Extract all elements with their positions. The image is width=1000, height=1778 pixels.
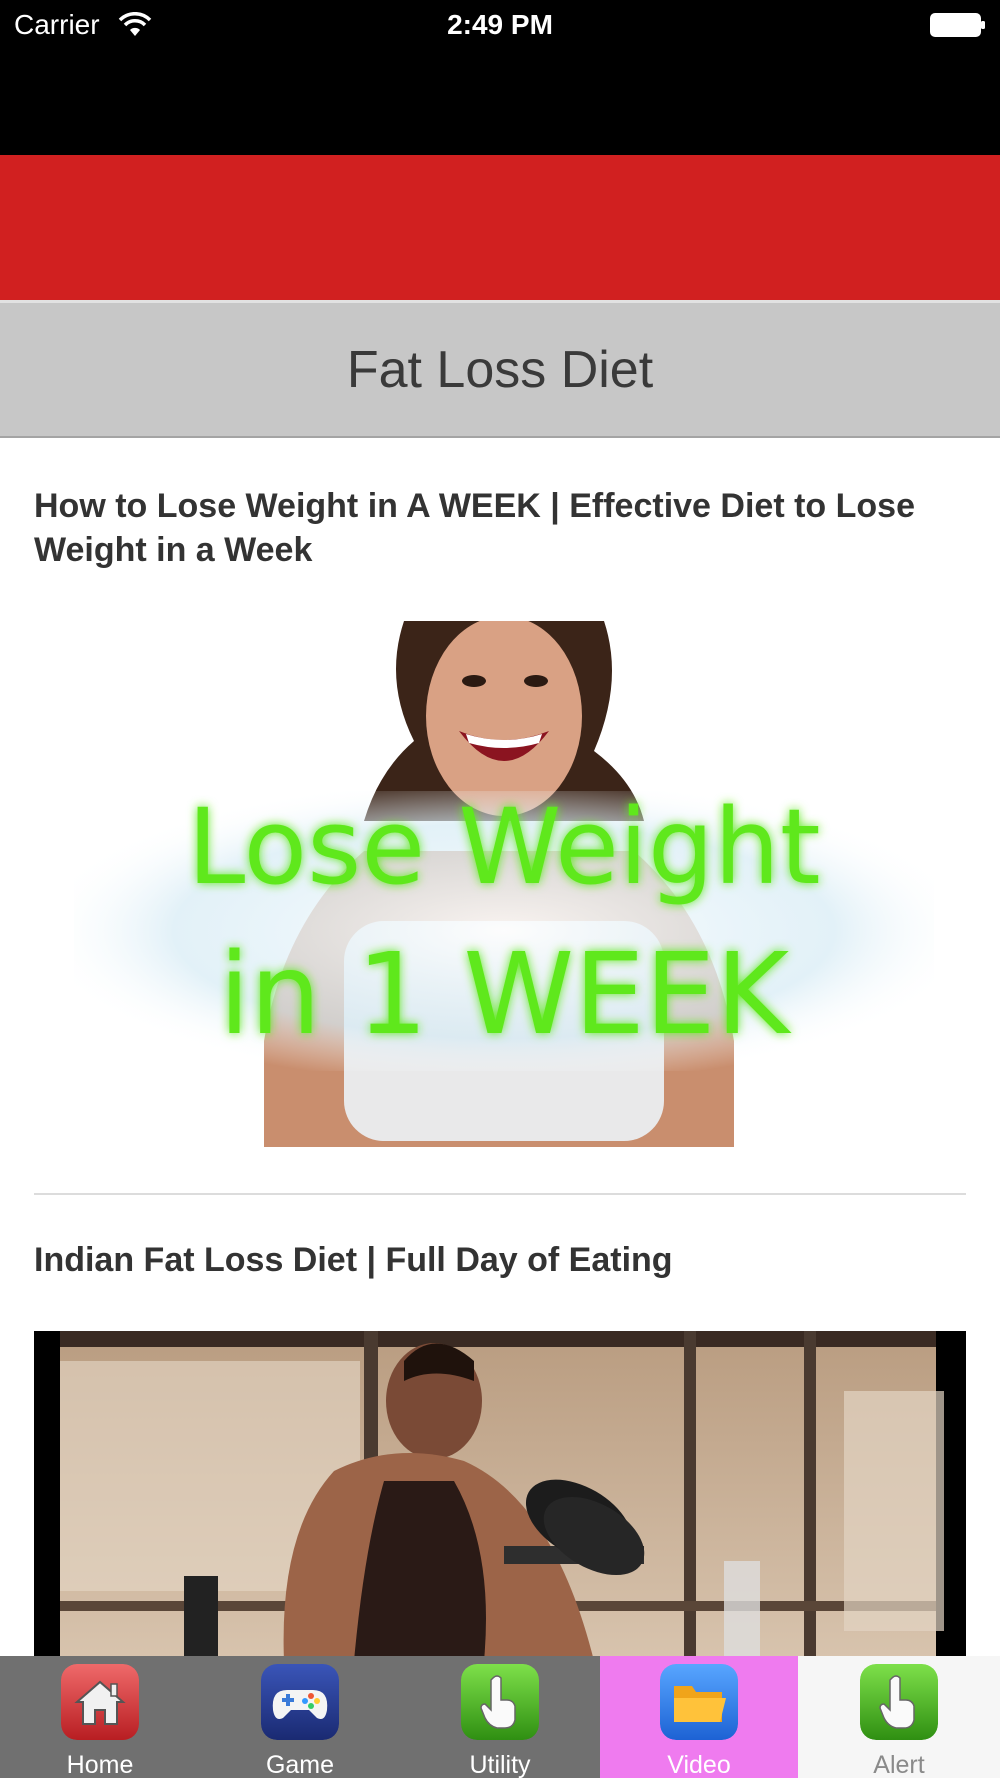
- tab-utility[interactable]: Utility: [400, 1656, 600, 1778]
- video-list[interactable]: How to Lose Weight in A WEEK | Effective…: [0, 438, 1000, 1656]
- status-time: 2:49 PM: [447, 9, 553, 40]
- tab-bar: Home Game Utility Video Alert: [0, 1656, 1000, 1778]
- home-icon: [61, 1664, 139, 1740]
- video-thumbnail-1[interactable]: Lose Weight in 1 WEEK: [34, 621, 966, 1147]
- title-bar: Fat Loss Diet: [0, 300, 1000, 438]
- banner-area: [0, 155, 1000, 300]
- app-screen: Carrier 2:49 PM Fat Loss Diet How to Los…: [0, 0, 1000, 1778]
- tab-home-label: Home: [66, 1751, 134, 1778]
- status-bar: Carrier 2:49 PM: [0, 0, 1000, 50]
- tab-game-label: Game: [265, 1751, 335, 1778]
- thumbnail-text-line-1: Lose Weight: [187, 786, 820, 908]
- hand-pointer-icon: [461, 1664, 539, 1740]
- tab-video[interactable]: Video: [600, 1656, 798, 1778]
- thumbnail-image-1: Lose Weight in 1 WEEK: [34, 621, 966, 1147]
- list-divider: [34, 1193, 966, 1195]
- video-title-2[interactable]: Indian Fat Loss Diet | Full Day of Eatin…: [34, 1238, 966, 1282]
- folder-icon: [660, 1664, 738, 1740]
- tab-utility-label: Utility: [469, 1751, 531, 1778]
- video-thumbnail-2[interactable]: [34, 1331, 966, 1656]
- tab-alert-label: Alert: [873, 1751, 925, 1778]
- hand-pointer-icon: [860, 1664, 938, 1740]
- header-spacer: [0, 50, 1000, 155]
- thumbnail-image-2: [34, 1331, 966, 1656]
- tab-game[interactable]: Game: [200, 1656, 400, 1778]
- gamepad-icon: [261, 1664, 339, 1740]
- thumbnail-text-line-2: in 1 WEEK: [219, 930, 792, 1060]
- video-title-1[interactable]: How to Lose Weight in A WEEK | Effective…: [34, 484, 966, 572]
- tab-home[interactable]: Home: [0, 1656, 200, 1778]
- tab-video-label: Video: [667, 1751, 731, 1778]
- page-title: Fat Loss Diet: [346, 340, 654, 399]
- tab-alert[interactable]: Alert: [798, 1656, 1000, 1778]
- battery-icon: [930, 13, 985, 37]
